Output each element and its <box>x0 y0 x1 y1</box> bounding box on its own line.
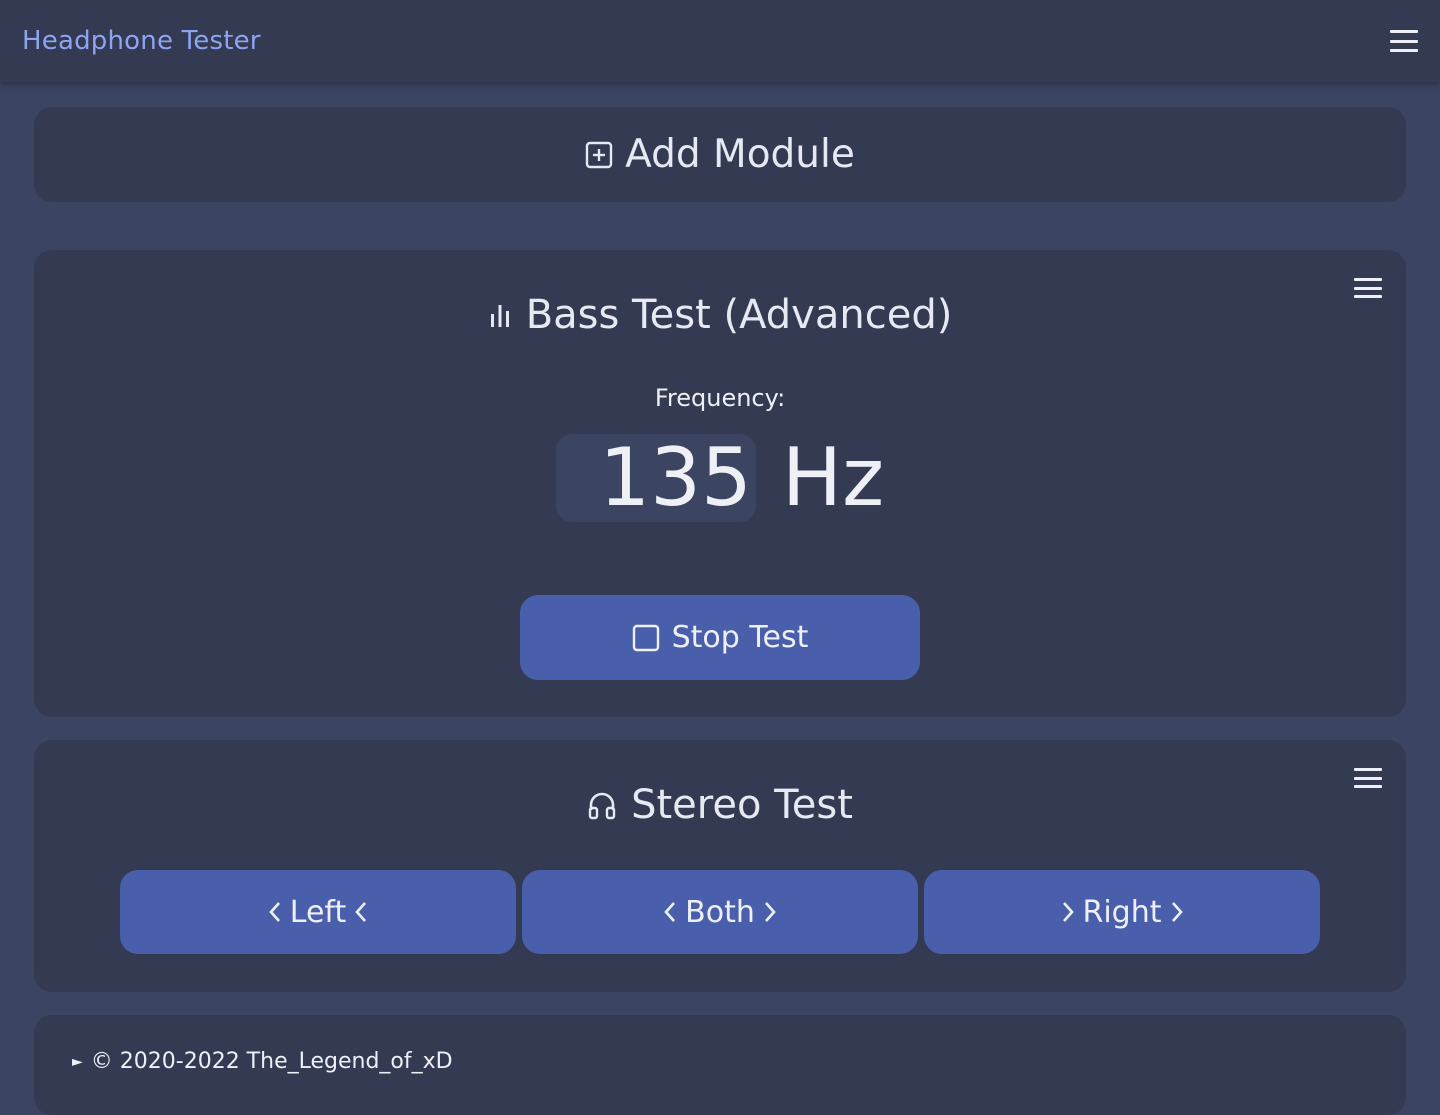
chevron-right-icon <box>1170 900 1184 924</box>
chevron-left-icon <box>663 900 677 924</box>
chevron-left-icon <box>268 900 282 924</box>
stereo-test-title-row: Stereo Test <box>34 782 1406 828</box>
stereo-test-title: Stereo Test <box>631 782 853 828</box>
bass-test-title-row: Bass Test (Advanced) <box>34 292 1406 338</box>
brand-title[interactable]: Headphone Tester <box>22 26 261 56</box>
frequency-unit: Hz <box>781 431 885 524</box>
both-button-label: Both <box>685 894 755 930</box>
stop-test-label: Stop Test <box>671 620 809 655</box>
headphones-icon <box>587 790 617 820</box>
main-menu-hamburger-icon[interactable] <box>1390 30 1418 52</box>
navbar: Headphone Tester <box>0 0 1440 82</box>
both-channels-button[interactable]: Both <box>522 870 918 954</box>
right-button-label: Right <box>1082 894 1162 930</box>
bass-test-title: Bass Test (Advanced) <box>525 292 953 338</box>
chevron-right-icon <box>763 900 777 924</box>
disclosure-triangle-icon: ► <box>72 1053 83 1070</box>
right-channel-button[interactable]: Right <box>924 870 1320 954</box>
chevron-left-icon <box>354 900 368 924</box>
add-module-button[interactable]: Add Module <box>34 107 1406 202</box>
square-icon <box>632 624 660 652</box>
stop-test-button[interactable]: Stop Test <box>520 595 920 680</box>
chevron-right-icon <box>1061 900 1075 924</box>
plus-square-icon <box>585 141 613 169</box>
frequency-label: Frequency: <box>654 384 786 412</box>
left-channel-button[interactable]: Left <box>120 870 516 954</box>
bar-chart-icon <box>488 302 512 328</box>
frequency-input[interactable] <box>555 433 756 522</box>
frequency-row: Hz <box>34 431 1406 524</box>
bass-test-module: Bass Test (Advanced) Frequency: Hz Stop … <box>34 250 1406 717</box>
footer-disclosure[interactable]: ► © 2020-2022 The_Legend_of_xD <box>72 1049 453 1074</box>
footer-card: ► © 2020-2022 The_Legend_of_xD <box>34 1015 1406 1115</box>
stereo-test-module: Stereo Test Left Both Right <box>34 740 1406 992</box>
add-module-label: Add Module <box>625 132 855 177</box>
footer-copyright: © 2020-2022 The_Legend_of_xD <box>90 1049 453 1074</box>
left-button-label: Left <box>289 894 347 930</box>
